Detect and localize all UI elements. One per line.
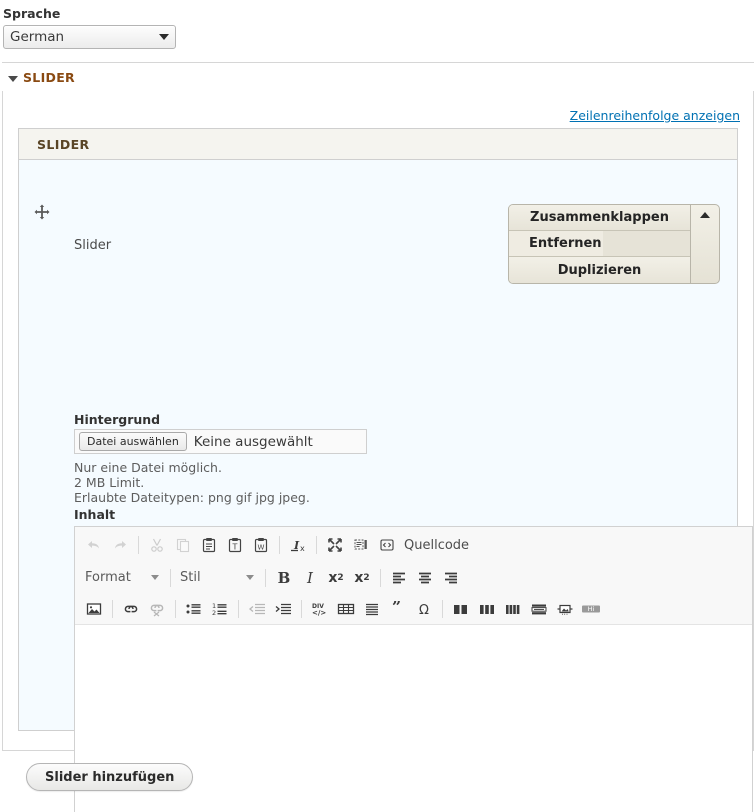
add-slider-button[interactable]: Slider hinzufügen (26, 763, 194, 791)
drag-handle-icon[interactable] (34, 204, 50, 220)
separator (238, 600, 239, 618)
paste-from-word-icon[interactable]: W (250, 534, 272, 556)
svg-text:x: x (300, 544, 305, 553)
slider-table: SLIDER Slider Zusammenklappen Entfernen … (18, 128, 753, 812)
copy-icon[interactable] (172, 534, 194, 556)
separator (279, 536, 280, 554)
two-column-icon[interactable] (450, 598, 472, 620)
paste-as-text-icon[interactable]: T (224, 534, 246, 556)
style-combo-label: Stil (180, 570, 201, 585)
svg-text:T: T (232, 543, 238, 552)
separator (380, 568, 381, 587)
dropbutton: Zusammenklappen Entfernen Duplizieren (508, 204, 720, 284)
align-left-icon[interactable] (388, 567, 410, 589)
file-input[interactable]: Datei auswählen Keine ausgewählt (74, 429, 367, 454)
align-center-icon[interactable] (414, 567, 436, 589)
language-select-value: German (10, 29, 65, 45)
separator (265, 568, 266, 587)
separator (316, 536, 317, 554)
table-header-label: SLIDER (37, 136, 90, 152)
source-code-icon[interactable] (376, 534, 398, 556)
chevron-down-icon (159, 34, 169, 40)
separator (112, 600, 113, 618)
content-label: Inhalt (74, 507, 116, 522)
toolbar-row-2: Format Stil B I x2 x2 (75, 561, 752, 594)
file-status-text: Keine ausgewählt (193, 433, 313, 450)
source-code-button[interactable]: Quellcode (400, 534, 473, 556)
superscript-icon[interactable]: x2 (325, 567, 347, 589)
bulleted-list-icon[interactable] (183, 598, 205, 620)
show-blocks-icon[interactable] (350, 534, 372, 556)
format-combo-label: Format (85, 570, 131, 585)
style-combo[interactable]: Stil (176, 566, 258, 589)
dropbutton-toggle[interactable] (690, 204, 720, 284)
chevron-down-icon (151, 575, 159, 580)
special-char-icon[interactable]: Ω (413, 598, 435, 620)
svg-text:2: 2 (212, 609, 216, 617)
media-icon[interactable] (554, 598, 576, 620)
separator (301, 600, 302, 618)
maximize-icon[interactable] (324, 534, 346, 556)
three-column-icon[interactable] (476, 598, 498, 620)
row-title: Slider (74, 238, 112, 253)
fieldset-legend-toggle[interactable]: SLIDER (8, 70, 75, 85)
separator (138, 536, 139, 554)
paste-icon[interactable] (198, 534, 220, 556)
choose-file-button[interactable]: Datei auswählen (79, 432, 187, 451)
background-label: Hintergrund (74, 412, 161, 427)
table-row: Slider Zusammenklappen Entfernen Duplizi… (19, 160, 753, 812)
blockquote-icon[interactable]: ” (387, 598, 409, 620)
undo-icon[interactable] (83, 534, 105, 556)
chevron-down-icon (246, 575, 254, 580)
svg-text:”: ” (392, 601, 401, 616)
toolbar-row-1: T W I x Quellcode (75, 529, 752, 561)
justify-icon[interactable] (361, 598, 383, 620)
language-select[interactable]: German (3, 25, 176, 49)
indent-icon[interactable] (272, 598, 294, 620)
language-label: Sprache (3, 6, 61, 21)
svg-text:W: W (258, 544, 265, 552)
div-container-icon[interactable]: DIV </> (309, 598, 331, 620)
table-icon[interactable] (335, 598, 357, 620)
outdent-icon[interactable] (246, 598, 268, 620)
remove-format-icon[interactable]: I x (287, 534, 309, 556)
redo-icon[interactable] (109, 534, 131, 556)
image-icon[interactable] (83, 598, 105, 620)
file-description-3: Erlaubte Dateitypen: png gif jpg jpeg. (74, 490, 310, 505)
svg-text:Ω: Ω (419, 603, 429, 617)
format-combo[interactable]: Format (81, 566, 163, 589)
four-column-icon[interactable] (502, 598, 524, 620)
chevron-up-icon (700, 212, 710, 218)
page-root: Sprache German SLIDER Zeilenreihenfolge … (0, 0, 756, 812)
svg-text:Hi: Hi (588, 605, 595, 613)
file-description-2: 2 MB Limit. (74, 475, 145, 490)
fieldset-legend-label: SLIDER (23, 70, 75, 85)
subscript-icon[interactable]: x2 (351, 567, 373, 589)
numbered-list-icon[interactable]: 1 2 (209, 598, 231, 620)
bold-icon[interactable]: B (273, 567, 295, 589)
dropbutton-item-collapse[interactable]: Zusammenklappen (509, 205, 690, 231)
dropbutton-list: Zusammenklappen Entfernen Duplizieren (508, 204, 690, 284)
dropbutton-item-duplicate[interactable]: Duplizieren (509, 257, 690, 283)
highlight-icon[interactable]: Hi (580, 598, 602, 620)
separator (175, 600, 176, 618)
show-row-weights-link[interactable]: Zeilenreihenfolge anzeigen (570, 108, 740, 123)
svg-text:</>: </> (312, 609, 326, 617)
italic-icon[interactable]: I (299, 567, 321, 589)
separator (442, 600, 443, 618)
ckeditor-toolbar: T W I x Quellcode Format Stil B I x 2 x … (75, 527, 752, 625)
link-icon[interactable] (120, 598, 142, 620)
dropbutton-item-remove[interactable]: Entfernen (509, 231, 690, 257)
accordion-icon[interactable] (528, 598, 550, 620)
cut-icon[interactable] (146, 534, 168, 556)
triangle-down-icon (8, 75, 18, 82)
unlink-icon[interactable] (146, 598, 168, 620)
file-description-1: Nur eine Datei möglich. (74, 460, 222, 475)
table-header: SLIDER (19, 129, 737, 160)
align-right-icon[interactable] (440, 567, 462, 589)
separator (170, 568, 171, 587)
toolbar-row-3: 1 2 DIV </> ” Ω Hi (75, 594, 752, 624)
